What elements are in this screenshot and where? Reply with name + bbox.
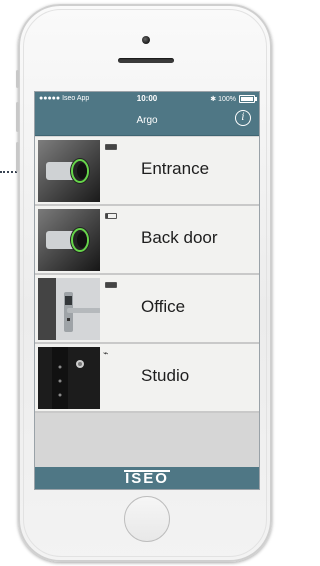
battery-icon (239, 95, 257, 103)
mute-switch (16, 70, 19, 88)
door-item-office[interactable]: Office (35, 275, 259, 344)
door-list: Entrance Back door Office ⌁ Studio (35, 137, 259, 413)
iseo-logo: ISEO (124, 470, 170, 487)
battery-low-indicator-icon (105, 213, 117, 219)
footer-bar: ISEO (35, 467, 259, 489)
door-name: Office (141, 297, 186, 316)
plug-icon: ⌁ (103, 348, 109, 358)
app-screen: ●●●●● Iseo App 10:00 ✱ 100% Argo i Entra… (34, 91, 260, 490)
battery-status: ✱ 100% (210, 95, 257, 103)
cylinder-lock-image (38, 209, 100, 271)
door-item-studio[interactable]: ⌁ Studio (35, 344, 259, 413)
door-name: Entrance (141, 159, 210, 178)
nav-bar: Argo i (35, 106, 259, 136)
door-item-entrance[interactable]: Entrance (35, 137, 259, 206)
front-camera (142, 36, 150, 44)
battery-percent: ✱ 100% (210, 96, 236, 103)
status-bar: ●●●●● Iseo App 10:00 ✱ 100% (35, 92, 259, 106)
door-item-back-door[interactable]: Back door (35, 206, 259, 275)
door-name: Back door (141, 228, 218, 247)
page-title: Argo (136, 115, 158, 126)
door-name: Studio (141, 366, 190, 385)
info-button[interactable]: i (235, 110, 251, 126)
volume-up-button (16, 102, 19, 132)
home-button[interactable] (124, 496, 170, 542)
wall-reader-image (38, 347, 100, 409)
battery-indicator-icon (105, 144, 117, 150)
cylinder-lock-image (38, 140, 100, 202)
earpiece-speaker (118, 58, 174, 63)
volume-down-button (16, 142, 19, 172)
battery-indicator-icon (105, 282, 117, 288)
door-handle-image (38, 278, 100, 340)
